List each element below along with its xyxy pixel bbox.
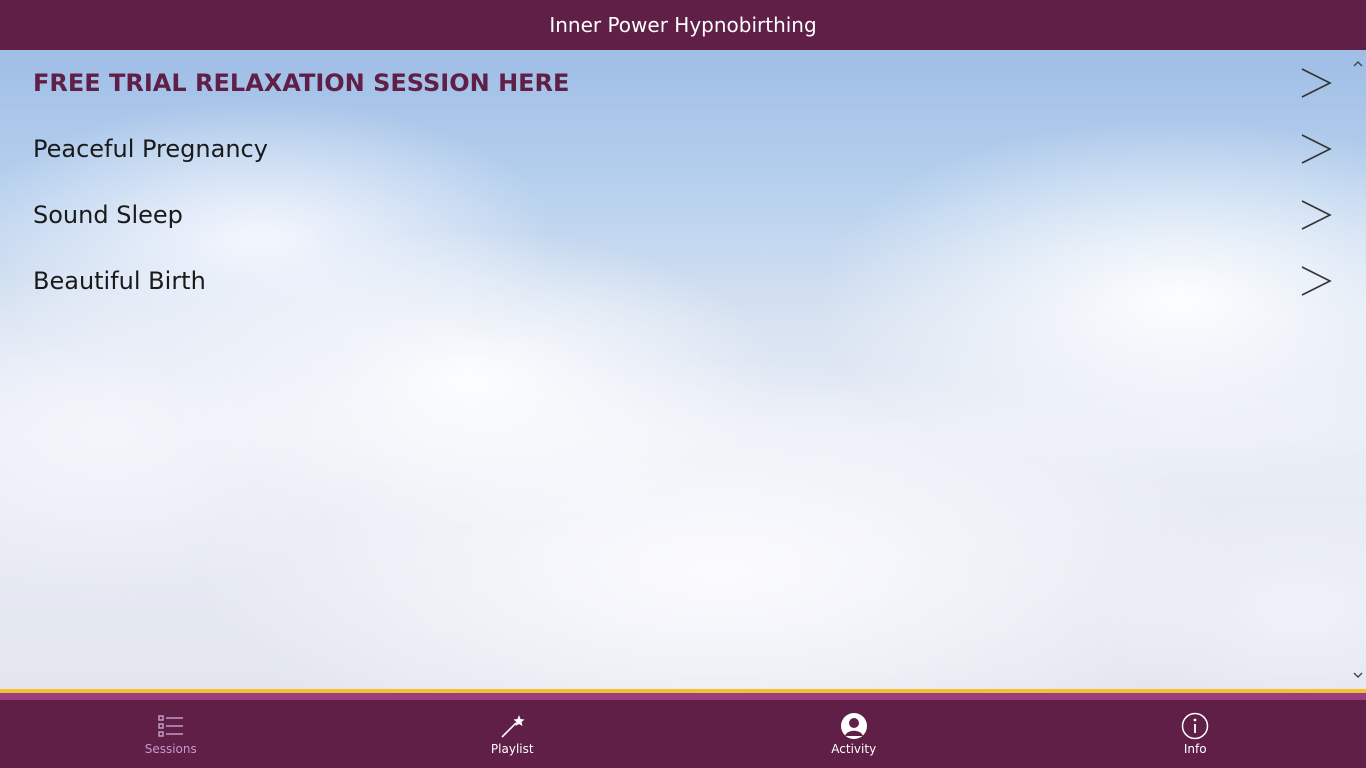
nav-label: Activity <box>831 742 877 756</box>
session-item-label: Beautiful Birth <box>33 267 206 295</box>
nav-item-playlist[interactable]: Playlist <box>342 700 684 768</box>
accent-divider-secondary <box>0 693 1366 700</box>
title-bar: Inner Power Hypnobirthing <box>0 0 1366 50</box>
chevron-right-icon <box>1301 200 1332 230</box>
nav-item-activity[interactable]: Activity <box>683 700 1025 768</box>
list-icon <box>158 715 183 737</box>
session-item-free-trial[interactable]: FREE TRIAL RELAXATION SESSION HERE <box>0 50 1350 116</box>
chevron-right-icon <box>1301 266 1332 296</box>
bottom-nav: Sessions Playlist Activity Info <box>0 700 1366 768</box>
nav-item-sessions[interactable]: Sessions <box>0 700 342 768</box>
nav-label: Sessions <box>144 742 197 756</box>
nav-item-info[interactable]: Info <box>1025 700 1366 768</box>
session-item-peaceful-pregnancy[interactable]: Peaceful Pregnancy <box>0 116 1350 182</box>
person-icon <box>840 713 867 739</box>
session-item-label: Sound Sleep <box>33 201 183 229</box>
scroll-down-icon[interactable] <box>1352 669 1364 681</box>
scroll-up-icon[interactable] <box>1352 58 1364 70</box>
session-item-sound-sleep[interactable]: Sound Sleep <box>0 182 1350 248</box>
sessions-panel: FREE TRIAL RELAXATION SESSION HERE Peace… <box>0 50 1366 689</box>
session-item-beautiful-birth[interactable]: Beautiful Birth <box>0 248 1350 314</box>
nav-label: Playlist <box>490 742 534 756</box>
info-icon <box>1182 712 1209 740</box>
session-item-label: FREE TRIAL RELAXATION SESSION HERE <box>33 69 570 97</box>
session-item-label: Peaceful Pregnancy <box>33 135 268 163</box>
chevron-right-icon <box>1301 134 1332 164</box>
magic-wand-icon <box>501 715 525 738</box>
app-title: Inner Power Hypnobirthing <box>549 13 817 37</box>
nav-label: Info <box>1183 742 1207 756</box>
chevron-right-icon <box>1301 68 1332 98</box>
vertical-scrollbar[interactable] <box>1350 50 1366 689</box>
session-list: FREE TRIAL RELAXATION SESSION HERE Peace… <box>0 50 1350 314</box>
